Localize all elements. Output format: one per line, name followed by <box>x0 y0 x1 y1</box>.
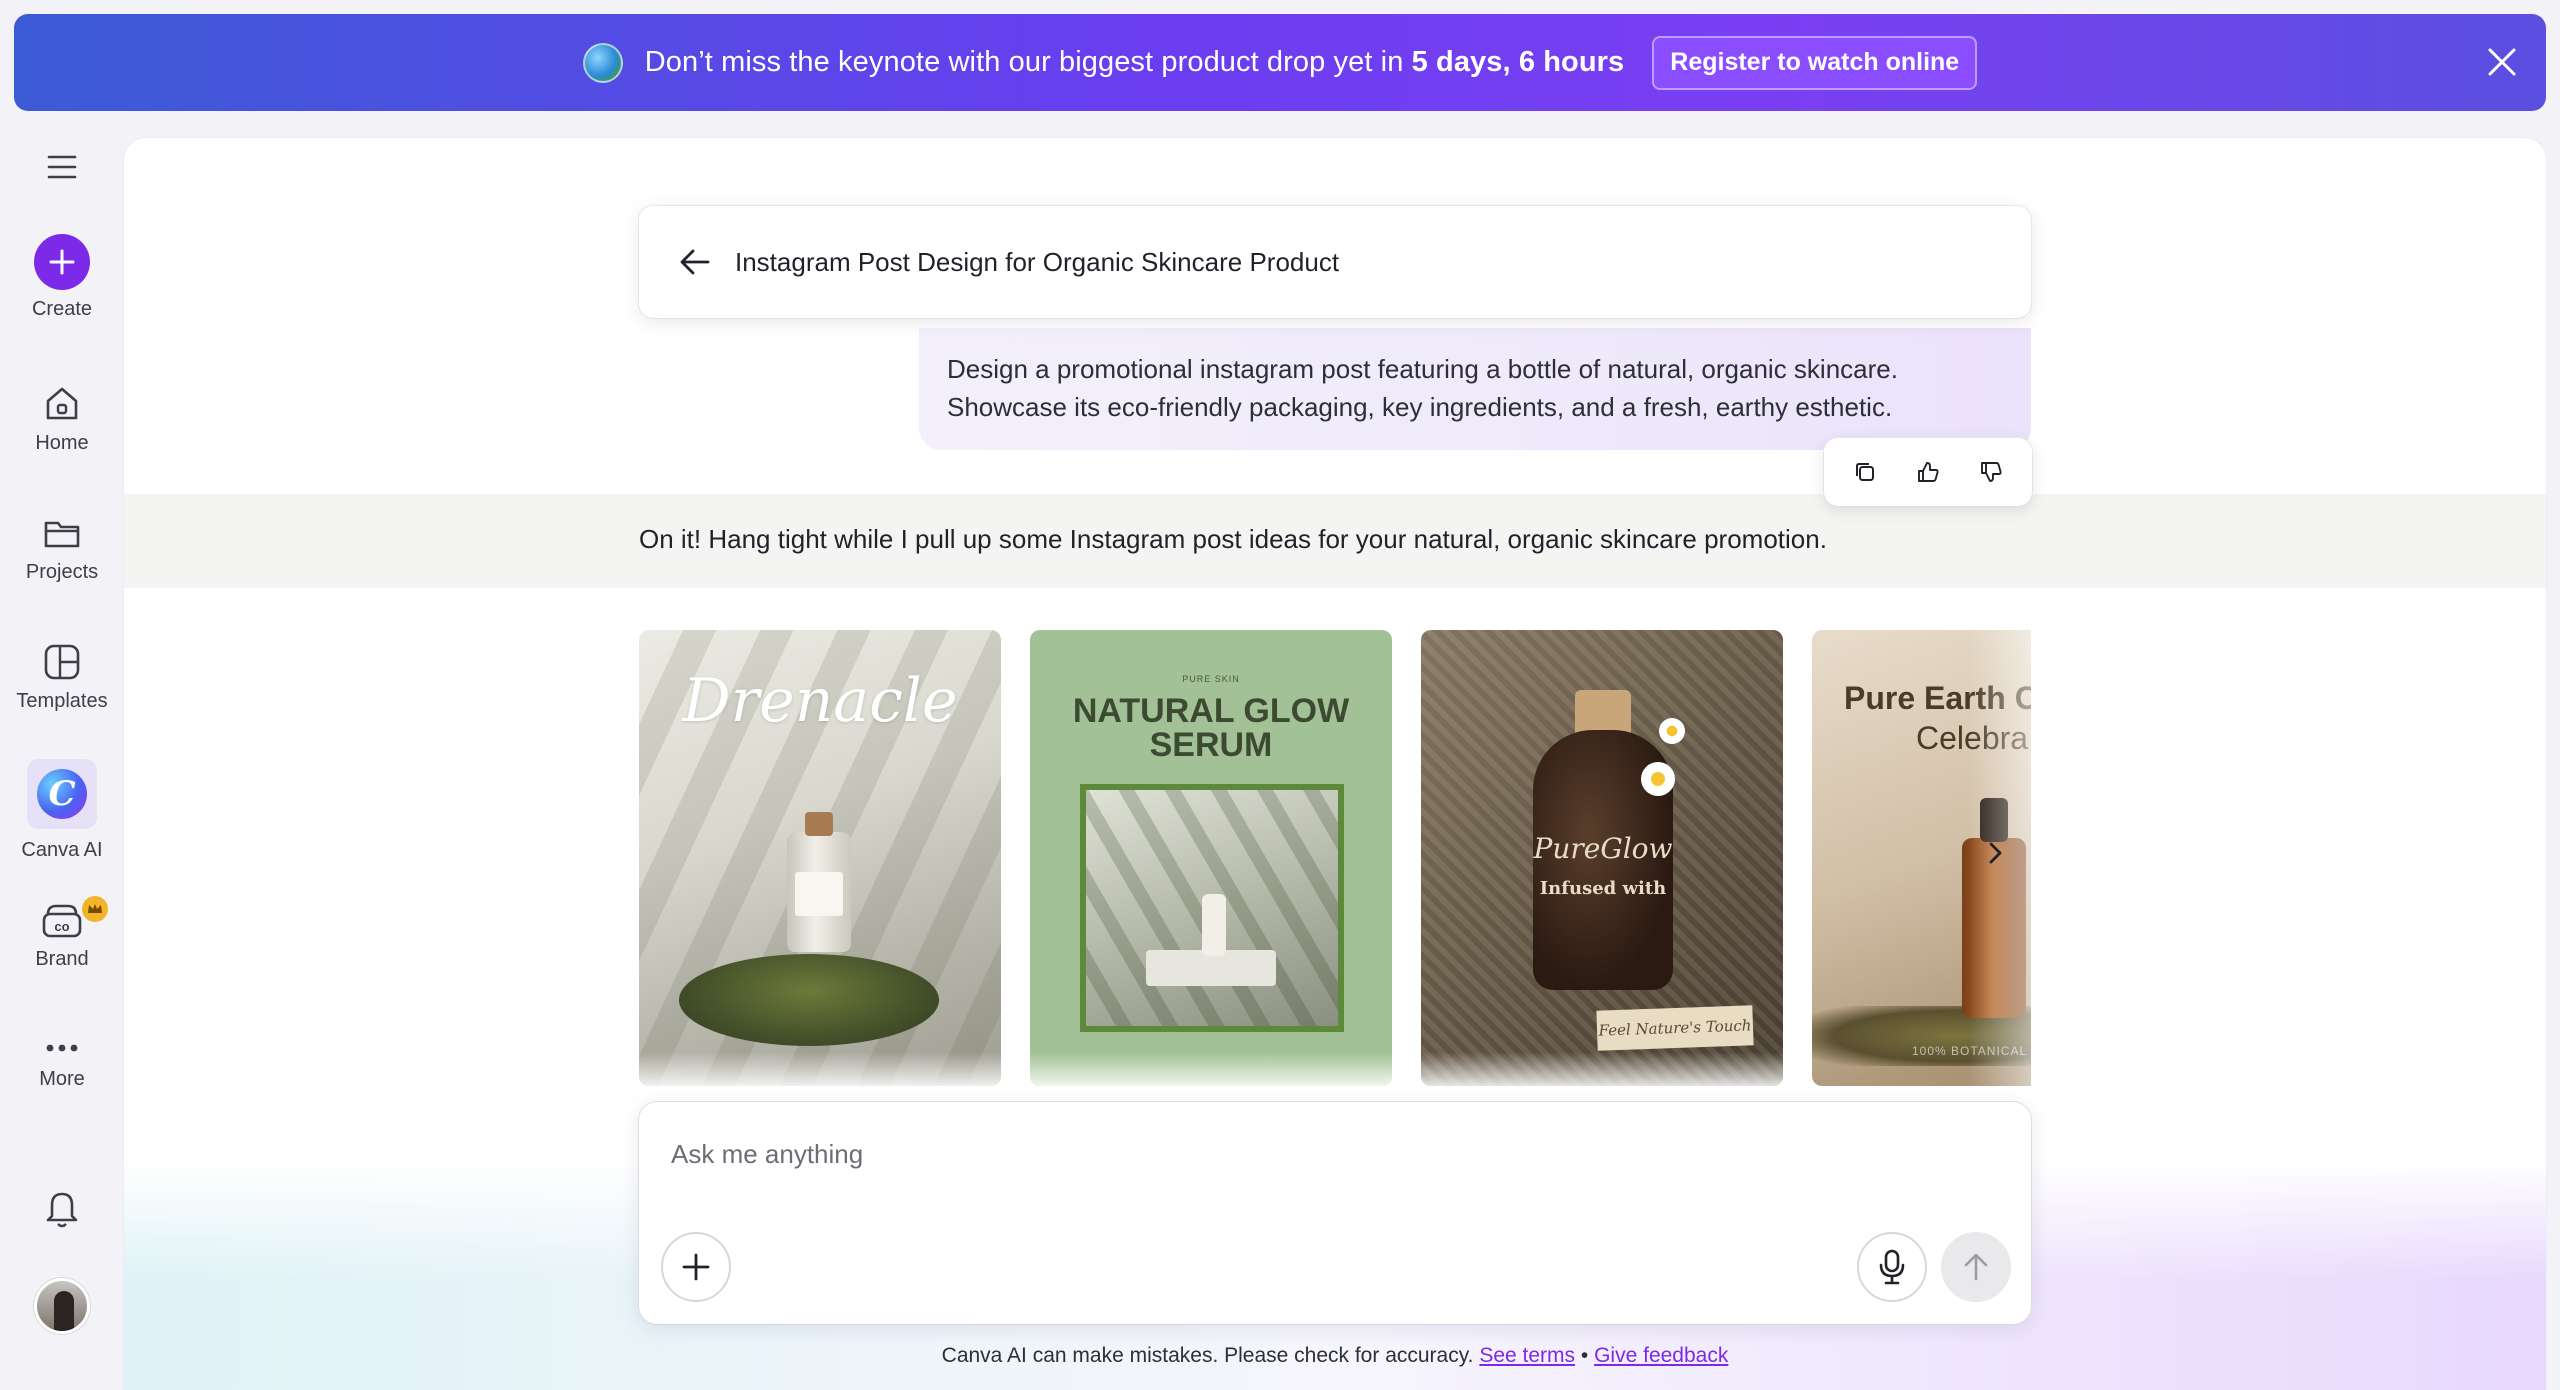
sidebar-item-brand[interactable]: co Brand <box>0 896 124 971</box>
card-fade <box>1030 1052 1392 1086</box>
plus-icon <box>682 1253 710 1281</box>
design-card[interactable]: PURE SKIN NATURAL GLOW SERUM <box>1030 630 1392 1086</box>
banner-message: Don’t miss the keynote with our biggest … <box>645 46 1625 79</box>
sidebar-item-home[interactable]: Home <box>0 384 124 455</box>
register-button[interactable]: Register to watch online <box>1652 35 1978 90</box>
message-composer <box>639 1102 2031 1324</box>
design-headline-text: NATURAL GLOW SERUM <box>1072 692 1350 764</box>
daisy-image <box>1659 718 1685 744</box>
sidebar-label-brand: Brand <box>35 948 89 970</box>
chevron-right-icon <box>1989 842 2002 864</box>
disclaimer-footer: Canva AI can make mistakes. Please check… <box>124 1344 2546 1368</box>
close-icon <box>2488 48 2516 76</box>
design-brand-text: Drenacle <box>682 666 958 736</box>
folder-icon <box>44 521 80 548</box>
user-prompt-bubble: Design a promotional instagram post feat… <box>919 328 2031 450</box>
keynote-banner: Don’t miss the keynote with our biggest … <box>14 14 2546 111</box>
see-terms-link[interactable]: See terms <box>1479 1344 1575 1367</box>
avatar[interactable] <box>34 1278 90 1334</box>
product-photo <box>1080 784 1344 1032</box>
sidebar: Create Home Projects Templates C Canva A… <box>0 126 124 1390</box>
more-icon <box>46 1044 78 1052</box>
globe-icon <box>582 42 623 83</box>
card-fade <box>639 1052 1001 1086</box>
sidebar-label-projects: Projects <box>25 561 99 583</box>
copy-button[interactable] <box>1843 450 1887 494</box>
sidebar-item-more[interactable]: More <box>0 1036 124 1091</box>
templates-icon <box>44 644 80 680</box>
design-card[interactable]: Drenacle <box>639 630 1001 1086</box>
carousel-next-button[interactable] <box>1980 838 2010 868</box>
design-tag-text: Feel Nature's Touch <box>1596 1005 1754 1051</box>
canva-ai-tile[interactable]: C <box>27 759 97 829</box>
sidebar-label-home: Home <box>35 432 89 454</box>
sidebar-item-templates[interactable]: Templates <box>0 642 124 713</box>
footer-separator: • <box>1580 1344 1589 1367</box>
disclaimer-text: Canva AI can make mistakes. Please check… <box>941 1344 1474 1367</box>
thumbs-down-button[interactable] <box>1969 450 2013 494</box>
back-button[interactable] <box>677 244 713 280</box>
menu-button[interactable] <box>0 154 124 180</box>
sidebar-label-canva-ai: Canva AI <box>21 839 103 861</box>
svg-text:co: co <box>54 919 69 934</box>
ask-input[interactable] <box>669 1132 1969 1176</box>
design-subtitle-text: Infused with <box>1539 878 1667 899</box>
daisy-image <box>1641 762 1675 796</box>
create-button[interactable] <box>34 234 90 290</box>
plus-icon <box>49 249 75 275</box>
hamburger-icon <box>47 155 77 179</box>
message-actions <box>1824 438 2032 506</box>
assistant-reply: On it! Hang tight while I pull up some I… <box>639 524 1827 554</box>
prompt-line-1: Design a promotional instagram post feat… <box>947 354 1898 384</box>
design-card[interactable]: PureGlow Infused with Feel Nature's Touc… <box>1421 630 1783 1086</box>
moss-image <box>679 954 939 1046</box>
conversation-title: Instagram Post Design for Organic Skinca… <box>735 246 1340 277</box>
design-carousel: Drenacle PURE SKIN NATURAL GLOW SERUM Pu… <box>639 630 2031 1086</box>
sidebar-label-more: More <box>39 1068 85 1090</box>
bottle-image <box>787 812 851 952</box>
card-fade <box>1421 1052 1783 1086</box>
banner-countdown: 5 days, 6 hours <box>1411 46 1625 78</box>
crown-icon <box>82 896 108 922</box>
sidebar-label-templates: Templates <box>16 690 108 712</box>
sidebar-item-canva-ai[interactable]: C Canva AI <box>0 759 124 862</box>
design-brand-text: PureGlow <box>1533 832 1673 865</box>
bell-icon <box>46 1192 78 1228</box>
add-attachment-button[interactable] <box>661 1232 731 1302</box>
brand-icon: co <box>42 904 82 938</box>
main-panel: Design a promotional instagram post feat… <box>124 138 2546 1390</box>
design-eyebrow-text: PURE SKIN <box>1182 674 1240 684</box>
banner-message-text: Don’t miss the keynote with our biggest … <box>644 46 1404 78</box>
copy-icon <box>1856 463 1875 481</box>
microphone-icon <box>1879 1249 1905 1285</box>
sidebar-item-projects[interactable]: Projects <box>0 513 124 584</box>
home-icon <box>46 387 78 420</box>
canva-ai-logo-icon: C <box>37 769 87 819</box>
prompt-line-2: Showcase its eco-friendly packaging, key… <box>947 392 1893 422</box>
give-feedback-link[interactable]: Give feedback <box>1594 1344 1728 1367</box>
thumbs-up-icon <box>1918 462 1939 482</box>
sidebar-item-create[interactable]: Create <box>0 234 124 321</box>
close-banner-button[interactable] <box>2476 36 2528 88</box>
conversation-header: Instagram Post Design for Organic Skinca… <box>639 206 2031 318</box>
send-button[interactable] <box>1941 1232 2011 1302</box>
vial-image <box>1202 894 1226 956</box>
arrow-up-icon <box>1964 1253 1988 1281</box>
thumbs-up-button[interactable] <box>1906 450 1950 494</box>
account-button[interactable] <box>0 1278 124 1334</box>
sidebar-label-create: Create <box>31 298 93 320</box>
voice-input-button[interactable] <box>1857 1232 1927 1302</box>
arrow-left-icon <box>680 249 710 275</box>
notifications-button[interactable] <box>0 1186 124 1230</box>
thumbs-down-icon <box>1980 462 2002 482</box>
